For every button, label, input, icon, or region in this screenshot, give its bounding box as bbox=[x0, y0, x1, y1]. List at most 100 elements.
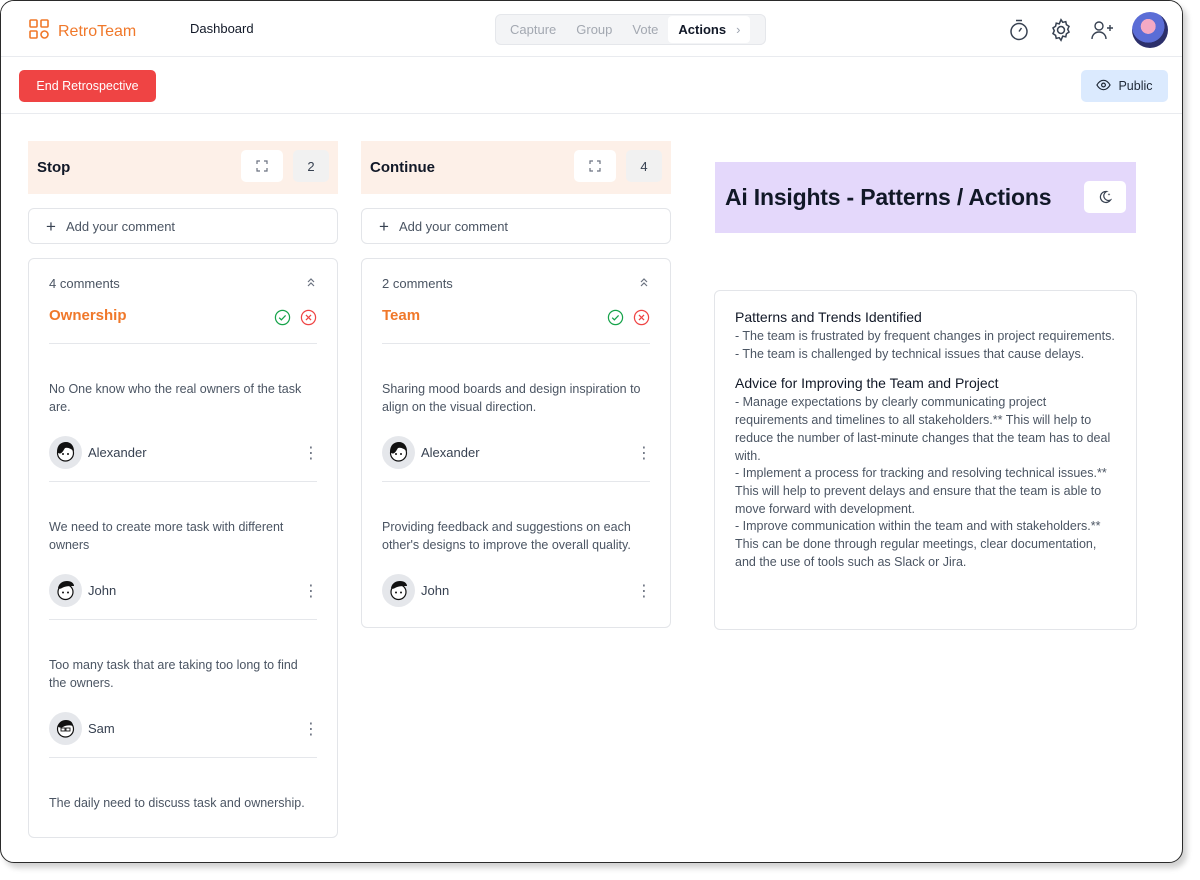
comment-author: John bbox=[382, 574, 449, 607]
comment-footer: John ⋮ bbox=[382, 574, 652, 607]
tab-actions-label: Actions bbox=[678, 22, 727, 37]
comment-author: Alexander bbox=[49, 436, 147, 469]
more-vertical-icon[interactable]: ⋮ bbox=[303, 581, 319, 601]
comment-text: Providing feedback and suggestions on ea… bbox=[382, 520, 631, 552]
group-row: Team bbox=[382, 307, 650, 344]
comment-footer: Alexander ⋮ bbox=[382, 436, 652, 469]
comment-text: Sharing mood boards and design inspirati… bbox=[382, 382, 641, 414]
step-tabs: Capture Group Vote Actions › bbox=[495, 14, 766, 45]
author-name: Sam bbox=[88, 721, 115, 736]
comment-item: We need to create more task with differe… bbox=[49, 482, 319, 620]
add-comment-input[interactable]: + Add your comment bbox=[361, 208, 671, 244]
group-title: Team bbox=[382, 307, 421, 324]
add-user-icon[interactable] bbox=[1090, 17, 1116, 43]
expand-icon[interactable] bbox=[574, 150, 616, 182]
patterns-title: Patterns and Trends Identified bbox=[735, 309, 922, 325]
gear-icon[interactable] bbox=[1048, 17, 1074, 43]
column-header: Stop 2 bbox=[28, 141, 338, 194]
comment-footer: Alexander ⋮ bbox=[49, 436, 319, 469]
column-title: Continue bbox=[370, 159, 435, 176]
author-name: Alexander bbox=[421, 445, 480, 460]
sub-toolbar: End Retrospective Public bbox=[1, 58, 1182, 114]
group-title: Ownership bbox=[49, 307, 127, 324]
author-name: Alexander bbox=[88, 445, 147, 460]
comment-text: We need to create more task with differe… bbox=[49, 520, 284, 552]
column-header: Continue 4 bbox=[361, 141, 671, 194]
group-actions bbox=[607, 309, 650, 331]
avatar bbox=[49, 574, 82, 607]
comment-author: Alexander bbox=[382, 436, 480, 469]
advice-item: - Manage expectations by clearly communi… bbox=[735, 395, 1111, 463]
column-count[interactable]: 4 bbox=[626, 150, 662, 182]
plus-icon: + bbox=[379, 216, 389, 236]
expand-icon[interactable] bbox=[241, 150, 283, 182]
column-continue: Continue 4 + Add your comment 2 comments… bbox=[361, 141, 671, 628]
advice-item: - Implement a process for tracking and r… bbox=[735, 466, 1107, 516]
logo[interactable]: RetroTeam bbox=[28, 18, 136, 45]
tab-group[interactable]: Group bbox=[566, 15, 622, 44]
tab-vote[interactable]: Vote bbox=[622, 15, 668, 44]
comments-count: 2 comments bbox=[382, 275, 453, 291]
more-vertical-icon[interactable]: ⋮ bbox=[303, 719, 319, 739]
add-comment-placeholder: Add your comment bbox=[65, 218, 176, 234]
comment-text: The daily need to discuss task and owner… bbox=[49, 796, 305, 810]
add-comment-input[interactable]: + Add your comment bbox=[28, 208, 338, 244]
ai-insights-card: Patterns and Trends Identified - The tea… bbox=[714, 290, 1137, 630]
comments-count: 4 comments bbox=[49, 275, 120, 291]
column-title: Stop bbox=[37, 159, 71, 176]
column-stop: Stop 2 + Add your comment 4 comments Own… bbox=[28, 141, 338, 838]
chevron-up-icon[interactable] bbox=[638, 276, 650, 291]
public-button[interactable]: Public bbox=[1081, 70, 1168, 102]
comment-footer: Sam ⋮ bbox=[49, 712, 319, 745]
card-header: 4 comments bbox=[49, 259, 317, 307]
avatar bbox=[49, 712, 82, 745]
comment-group-card: 2 comments Team Sharing mood boards and … bbox=[361, 258, 671, 628]
pattern-item: - The team is frustrated by frequent cha… bbox=[735, 329, 1115, 343]
ai-insights-title: Ai Insights - Patterns / Actions bbox=[725, 184, 1052, 210]
chevron-up-icon[interactable] bbox=[305, 276, 317, 291]
comment-text: Too many task that are taking too long t… bbox=[49, 658, 298, 690]
comment-item: No One know who the real owners of the t… bbox=[49, 344, 319, 482]
public-label: Public bbox=[1118, 79, 1153, 93]
advice-title: Advice for Improving the Team and Projec… bbox=[735, 375, 999, 392]
comment-item: Providing feedback and suggestions on ea… bbox=[382, 482, 652, 607]
comment-group-card: 4 comments Ownership No One know who the… bbox=[28, 258, 338, 838]
card-header: 2 comments bbox=[382, 259, 650, 307]
author-name: John bbox=[88, 583, 117, 598]
comment-author: John bbox=[49, 574, 116, 607]
avatar bbox=[382, 574, 415, 607]
close-circle-icon[interactable] bbox=[633, 309, 650, 331]
author-name: John bbox=[421, 583, 450, 598]
avatar bbox=[382, 436, 415, 469]
group-row: Ownership bbox=[49, 307, 317, 344]
comment-item: Sharing mood boards and design inspirati… bbox=[382, 344, 652, 482]
pattern-item: - The team is challenged by technical is… bbox=[735, 346, 1085, 361]
tab-capture[interactable]: Capture bbox=[500, 15, 566, 44]
ai-insights-header: Ai Insights - Patterns / Actions bbox=[715, 162, 1136, 233]
more-vertical-icon[interactable]: ⋮ bbox=[636, 581, 652, 601]
more-vertical-icon[interactable]: ⋮ bbox=[303, 443, 319, 463]
comment-item: Too many task that are taking too long t… bbox=[49, 620, 319, 758]
check-circle-icon[interactable] bbox=[274, 309, 291, 331]
check-circle-icon[interactable] bbox=[607, 309, 624, 331]
comment-author: Sam bbox=[49, 712, 115, 745]
close-circle-icon[interactable] bbox=[300, 309, 317, 331]
user-avatar[interactable] bbox=[1132, 12, 1168, 48]
column-count[interactable]: 2 bbox=[293, 150, 329, 182]
top-bar: RetroTeam Dashboard Capture Group Vote A… bbox=[1, 1, 1182, 57]
advice-item: - Improve communication within the team … bbox=[735, 519, 1101, 569]
group-actions bbox=[274, 309, 317, 331]
timer-icon[interactable] bbox=[1006, 17, 1032, 43]
app-name: RetroTeam bbox=[58, 22, 137, 40]
more-vertical-icon[interactable]: ⋮ bbox=[636, 443, 652, 463]
eye-icon bbox=[1096, 79, 1112, 94]
nav-dashboard[interactable]: Dashboard bbox=[190, 21, 254, 36]
avatar bbox=[49, 436, 82, 469]
top-actions bbox=[1006, 12, 1168, 48]
moon-icon[interactable] bbox=[1084, 181, 1126, 213]
app-window: RetroTeam Dashboard Capture Group Vote A… bbox=[0, 0, 1183, 863]
comment-item: The daily need to discuss task and owner… bbox=[49, 758, 317, 837]
comment-footer: John ⋮ bbox=[49, 574, 319, 607]
tab-actions[interactable]: Actions › bbox=[668, 16, 751, 43]
end-retrospective-button[interactable]: End Retrospective bbox=[19, 70, 156, 102]
